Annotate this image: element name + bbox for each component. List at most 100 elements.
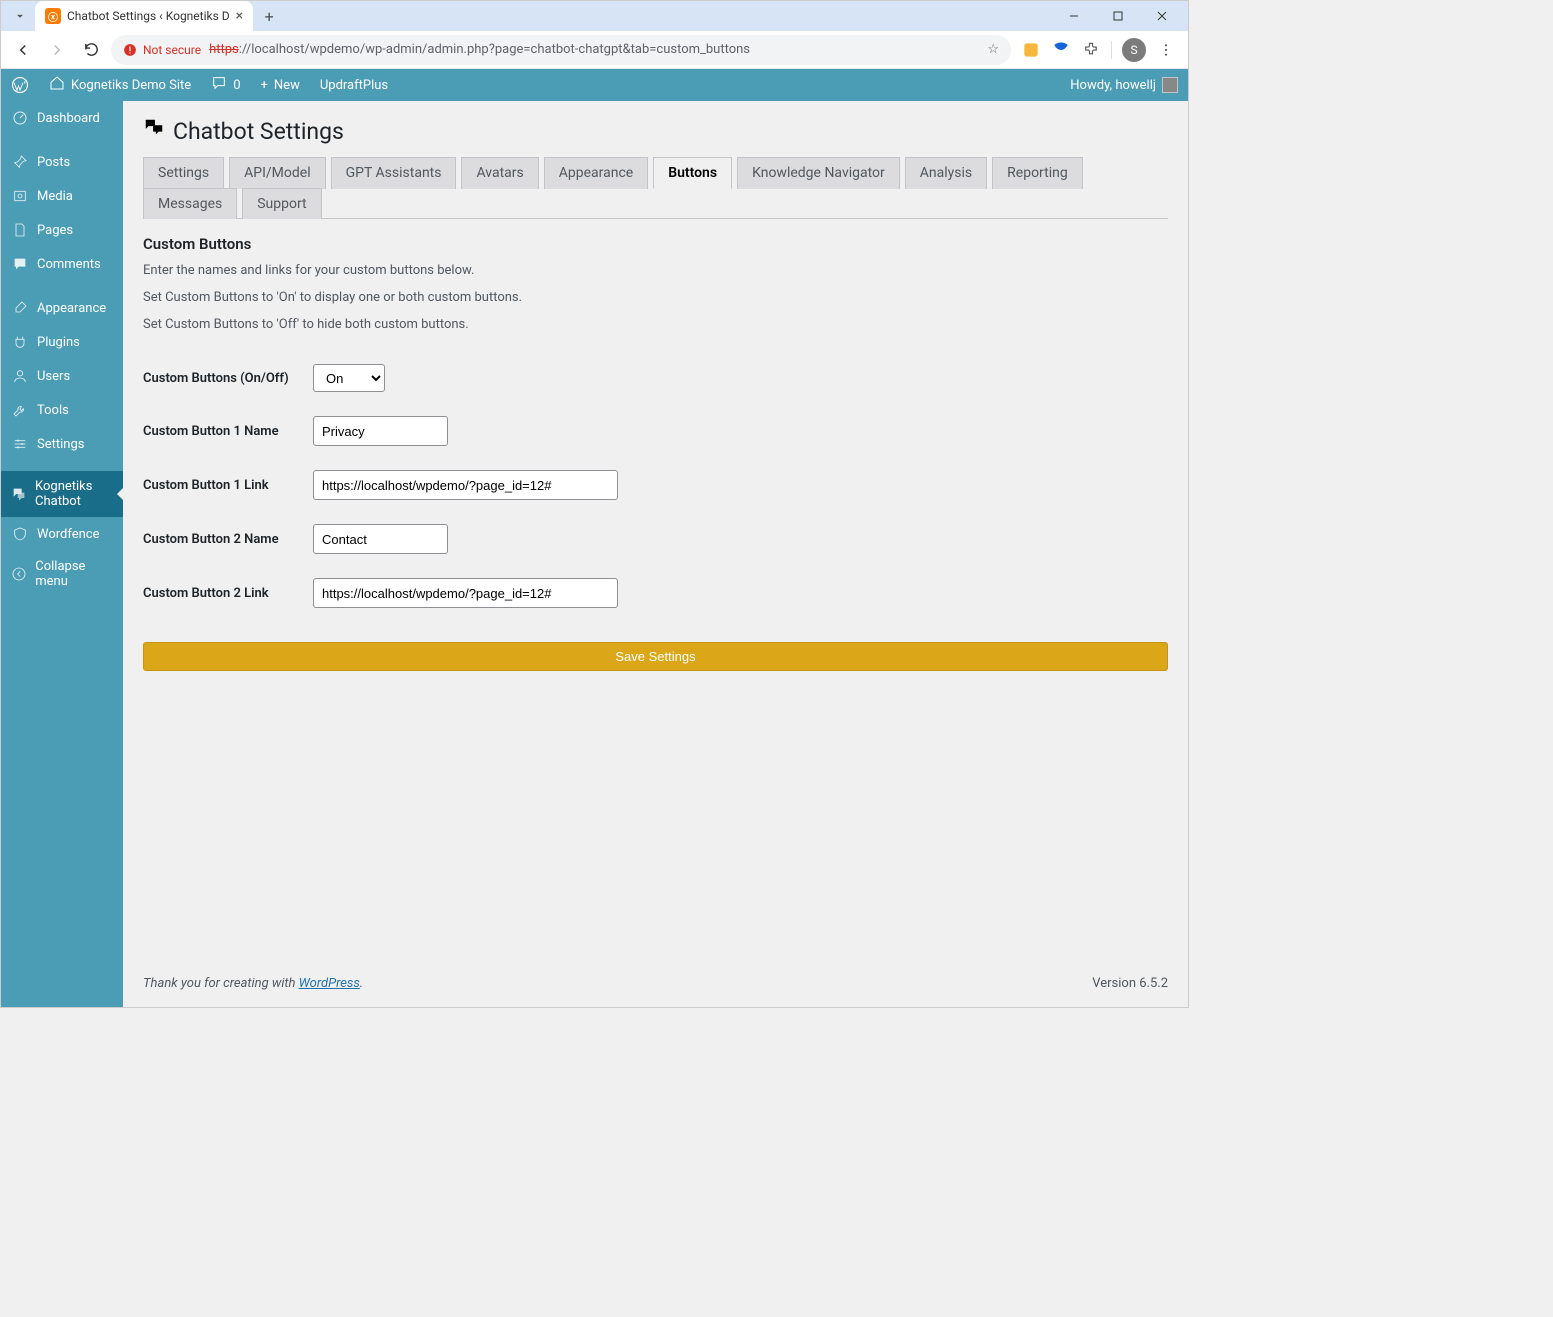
sidebar-item-label: Appearance — [37, 301, 106, 316]
chatbot-title-icon — [143, 117, 165, 145]
tabs-dropdown-button[interactable] — [9, 5, 31, 27]
window-minimize-button[interactable] — [1052, 1, 1096, 31]
wrench-icon — [11, 401, 29, 419]
sidebar-item-label: Media — [37, 189, 73, 204]
wp-logo[interactable] — [1, 69, 39, 101]
warning-icon — [123, 43, 137, 57]
sidebar-item-dashboard[interactable]: Dashboard — [1, 101, 123, 135]
xampp-favicon-icon: ⓧ — [45, 8, 61, 24]
extensions-menu-icon[interactable] — [1081, 40, 1101, 60]
sidebar-item-tools[interactable]: Tools — [1, 393, 123, 427]
sidebar-item-plugins[interactable]: Plugins — [1, 325, 123, 359]
wp-admin-app: Kognetiks Demo Site 0 + New UpdraftPlus … — [1, 69, 1188, 1007]
sliders-icon — [11, 435, 29, 453]
sidebar-item-label: Settings — [37, 437, 84, 452]
site-name: Kognetiks Demo Site — [71, 78, 191, 93]
new-content-link[interactable]: + New — [251, 69, 310, 101]
form-table: Custom Buttons (On/Off) On Custom Button… — [143, 364, 1168, 632]
user-avatar-icon — [1162, 77, 1178, 93]
sidebar-item-wordfence[interactable]: Wordfence — [1, 517, 123, 551]
admin-sidebar: Dashboard Posts Media Pages Comments App… — [1, 101, 123, 1007]
footer-thank-you: Thank you for creating with WordPress. — [143, 976, 363, 991]
forward-button[interactable] — [43, 36, 71, 64]
wp-footer: Thank you for creating with WordPress. V… — [143, 946, 1168, 991]
tab-appearance[interactable]: Appearance — [544, 157, 648, 189]
tab-analysis[interactable]: Analysis — [905, 157, 987, 189]
section-desc-3: Set Custom Buttons to 'Off' to hide both… — [143, 317, 1168, 332]
comments-count: 0 — [233, 78, 240, 93]
comment-icon — [211, 75, 227, 95]
custom-button-2-name-input[interactable] — [313, 524, 448, 554]
dashboard-icon — [11, 109, 29, 127]
sidebar-item-settings[interactable]: Settings — [1, 427, 123, 461]
comments-link[interactable]: 0 — [201, 69, 250, 101]
sidebar-item-users[interactable]: Users — [1, 359, 123, 393]
custom-button-1-name-input[interactable] — [313, 416, 448, 446]
tab-api-model[interactable]: API/Model — [229, 157, 325, 189]
custom-button-1-link-input[interactable] — [313, 470, 618, 500]
window-controls — [1052, 1, 1184, 31]
form-row-b2name: Custom Button 2 Name — [143, 524, 1168, 554]
user-icon — [11, 367, 29, 385]
tab-avatars[interactable]: Avatars — [461, 157, 538, 189]
tab-messages[interactable]: Messages — [143, 188, 237, 219]
tab-support[interactable]: Support — [242, 188, 321, 219]
browser-toolbar: Not secure https://localhost/wpdemo/wp-a… — [1, 31, 1188, 69]
settings-tabs: Settings API/Model GPT Assistants Avatar… — [143, 157, 1168, 219]
form-label-b1link: Custom Button 1 Link — [143, 478, 313, 493]
form-row-onoff: Custom Buttons (On/Off) On — [143, 364, 1168, 392]
form-label-b2link: Custom Button 2 Link — [143, 586, 313, 601]
sidebar-item-posts[interactable]: Posts — [1, 145, 123, 179]
updraft-link[interactable]: UpdraftPlus — [310, 69, 398, 101]
custom-button-2-link-input[interactable] — [313, 578, 618, 608]
media-icon — [11, 187, 29, 205]
reload-button[interactable] — [77, 36, 105, 64]
form-label-onoff: Custom Buttons (On/Off) — [143, 371, 313, 386]
tab-reporting[interactable]: Reporting — [992, 157, 1083, 189]
site-name-link[interactable]: Kognetiks Demo Site — [39, 69, 201, 101]
sidebar-item-label: Plugins — [37, 335, 80, 350]
sidebar-item-label: Users — [37, 369, 70, 384]
tab-settings[interactable]: Settings — [143, 157, 224, 189]
extension-icon-2[interactable] — [1051, 40, 1071, 60]
sidebar-item-label: Kognetiks Chatbot — [35, 479, 113, 509]
tab-close-button[interactable]: × — [236, 8, 243, 24]
sidebar-item-label: Dashboard — [37, 111, 100, 126]
sidebar-item-media[interactable]: Media — [1, 179, 123, 213]
window-close-button[interactable] — [1140, 1, 1184, 31]
howdy-text: Howdy, howellj — [1070, 78, 1156, 93]
extension-icon-1[interactable] — [1021, 40, 1041, 60]
section-desc-2: Set Custom Buttons to 'On' to display on… — [143, 290, 1168, 305]
browser-menu-button[interactable] — [1156, 40, 1176, 60]
sidebar-item-kognetiks-chatbot[interactable]: Kognetiks Chatbot — [1, 471, 123, 517]
new-label: New — [274, 78, 300, 93]
sidebar-item-label: Tools — [37, 403, 69, 418]
security-badge[interactable]: Not secure — [123, 43, 201, 57]
menu-separator — [1, 461, 123, 471]
tab-gpt-assistants[interactable]: GPT Assistants — [331, 157, 457, 189]
profile-avatar[interactable]: S — [1122, 38, 1146, 62]
tab-knowledge-navigator[interactable]: Knowledge Navigator — [737, 157, 900, 189]
browser-window: ⓧ Chatbot Settings ‹ Kognetiks D × + Not… — [0, 0, 1189, 1008]
wp-adminbar: Kognetiks Demo Site 0 + New UpdraftPlus … — [1, 69, 1188, 101]
bookmark-star-icon[interactable]: ☆ — [987, 42, 999, 57]
tab-buttons[interactable]: Buttons — [653, 157, 732, 189]
window-maximize-button[interactable] — [1096, 1, 1140, 31]
adminbar-right[interactable]: Howdy, howellj — [1070, 77, 1188, 93]
wordpress-link[interactable]: WordPress — [299, 976, 360, 991]
sidebar-collapse-button[interactable]: Collapse menu — [1, 551, 123, 597]
back-button[interactable] — [9, 36, 37, 64]
security-label: Not secure — [143, 43, 201, 57]
plug-icon — [11, 333, 29, 351]
wp-body: Dashboard Posts Media Pages Comments App… — [1, 101, 1188, 1007]
sidebar-item-comments[interactable]: Comments — [1, 247, 123, 281]
browser-tab[interactable]: ⓧ Chatbot Settings ‹ Kognetiks D × — [35, 1, 253, 31]
sidebar-item-pages[interactable]: Pages — [1, 213, 123, 247]
sidebar-item-appearance[interactable]: Appearance — [1, 291, 123, 325]
new-tab-button[interactable]: + — [257, 4, 281, 28]
page-title: Chatbot Settings — [143, 117, 1168, 145]
address-bar[interactable]: Not secure https://localhost/wpdemo/wp-a… — [111, 35, 1011, 65]
save-settings-button[interactable]: Save Settings — [143, 642, 1168, 671]
shield-icon — [11, 525, 29, 543]
custom-buttons-onoff-select[interactable]: On — [313, 364, 385, 392]
